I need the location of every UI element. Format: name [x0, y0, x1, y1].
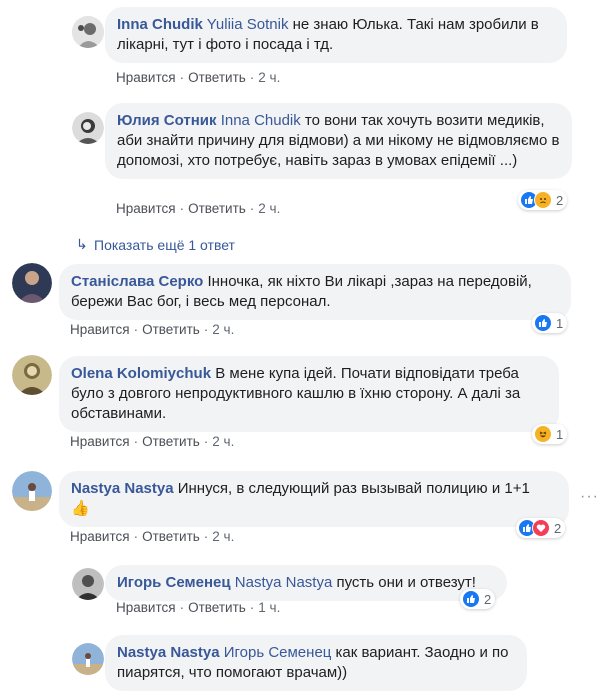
like-link[interactable]: Нравится: [116, 600, 176, 615]
comment-bubble: Юлия Сотник Inna Chudik то вони так хочу…: [105, 103, 572, 179]
show-more-label: Показать ещё 1 ответ: [94, 236, 235, 253]
like-link[interactable]: Нравится: [70, 434, 130, 449]
comment-author[interactable]: Игорь Семенец: [117, 574, 231, 591]
reply-link[interactable]: Ответить: [142, 322, 200, 337]
comment-mention[interactable]: Yuliia Sotnik: [207, 16, 289, 33]
reply-link[interactable]: Ответить: [142, 434, 200, 449]
like-icon: [462, 590, 480, 608]
comment-text: Иннуся, в следующий раз вызывай полицию …: [173, 480, 530, 497]
reply-link[interactable]: Ответить: [188, 600, 246, 615]
reactions-summary[interactable]: 2: [460, 589, 496, 609]
avatar-photo-icon: [72, 112, 104, 144]
timestamp[interactable]: 2 ч.: [258, 70, 280, 85]
reactions-summary[interactable]: 1: [532, 424, 568, 444]
reactions-summary[interactable]: 2: [516, 518, 566, 538]
haha-icon: [534, 425, 552, 443]
avatar-photo-icon: [12, 471, 52, 511]
reaction-count: 2: [554, 520, 562, 536]
comment-actions: Нравится · Ответить · 2 ч.: [116, 201, 281, 216]
timestamp[interactable]: 1 ч.: [258, 600, 280, 615]
reaction-count: 2: [556, 192, 564, 208]
timestamp[interactable]: 2 ч.: [212, 529, 234, 544]
comment-actions: Нравится · Ответить · 2 ч.: [70, 434, 235, 449]
comment-bubble: Inna Chudik Yuliia Sotnik не знаю Юлька.…: [105, 7, 567, 63]
reaction-count: 1: [556, 315, 564, 331]
comment-text: пусть они и отвезут!: [332, 574, 476, 591]
avatar[interactable]: [72, 112, 104, 144]
reactions-summary[interactable]: 1: [532, 313, 568, 333]
avatar-photo-icon: [72, 568, 104, 600]
avatar[interactable]: [72, 643, 104, 675]
reactions-summary[interactable]: 2: [518, 190, 568, 210]
avatar-photo-icon: [12, 355, 52, 395]
comment-author[interactable]: Юлия Сотник: [117, 112, 217, 129]
like-link[interactable]: Нравится: [116, 201, 176, 216]
reply-link[interactable]: Ответить: [188, 70, 246, 85]
comment-actions: Нравится · Ответить · 2 ч.: [70, 529, 235, 544]
avatar-photo-icon: [12, 263, 52, 303]
comment-author[interactable]: Станіслава Серко: [71, 273, 203, 290]
avatar-photo-icon: [72, 643, 104, 675]
more-options-icon[interactable]: ···: [580, 488, 599, 506]
avatar[interactable]: [12, 471, 52, 511]
comment-bubble: Станіслава Серко Інночка, як ніхто Ви лі…: [59, 264, 571, 320]
comment-actions: Нравится · Ответить · 1 ч.: [116, 600, 281, 615]
like-link[interactable]: Нравится: [70, 322, 130, 337]
reply-arrow-icon: ↳: [76, 236, 88, 252]
avatar[interactable]: [12, 355, 52, 395]
comment-bubble: Nastya Nastya Игорь Семенец как вариант.…: [105, 635, 527, 691]
reaction-count: 2: [484, 591, 492, 607]
love-icon: [532, 519, 550, 537]
thumbs-up-emoji: 👍: [71, 500, 90, 517]
comment-actions: Нравится · Ответить · 2 ч.: [70, 322, 235, 337]
avatar[interactable]: [12, 263, 52, 303]
comment-author[interactable]: Nastya Nastya: [117, 644, 220, 661]
timestamp[interactable]: 2 ч.: [212, 322, 234, 337]
comment-bubble: Nastya Nastya Иннуся, в следующий раз вы…: [59, 471, 569, 527]
timestamp[interactable]: 2 ч.: [258, 201, 280, 216]
comment-actions: Нравится · Ответить · 2 ч.: [116, 70, 281, 85]
reply-link[interactable]: Ответить: [188, 201, 246, 216]
comment-author[interactable]: Olena Kolomiychuk: [71, 365, 211, 382]
sad-icon: [534, 191, 552, 209]
comment-mention[interactable]: Inna Chudik: [221, 112, 301, 129]
timestamp[interactable]: 2 ч.: [212, 434, 234, 449]
like-link[interactable]: Нравится: [70, 529, 130, 544]
avatar-photo-icon: [72, 16, 104, 48]
comment-mention[interactable]: Игорь Семенец: [224, 644, 332, 661]
reaction-count: 1: [556, 426, 564, 442]
comment-author[interactable]: Inna Chudik: [117, 16, 203, 33]
comment-bubble: Игорь Семенец Nastya Nastya пусть они и …: [105, 565, 507, 601]
avatar[interactable]: [72, 16, 104, 48]
comment-mention[interactable]: Nastya Nastya: [235, 574, 333, 591]
comment-bubble: Olena Kolomiychuk В мене купа ідей. Поча…: [59, 356, 559, 432]
avatar[interactable]: [72, 568, 104, 600]
like-icon: [534, 314, 552, 332]
reply-link[interactable]: Ответить: [142, 529, 200, 544]
like-link[interactable]: Нравится: [116, 70, 176, 85]
comment-author[interactable]: Nastya Nastya: [71, 480, 174, 497]
show-more-replies[interactable]: ↳ Показать ещё 1 ответ: [76, 236, 235, 253]
